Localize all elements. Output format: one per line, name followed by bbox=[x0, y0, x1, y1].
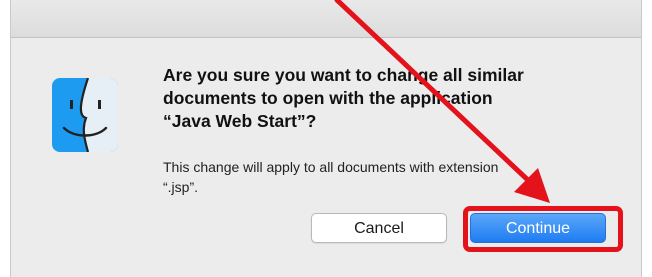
highlight-box bbox=[463, 206, 623, 252]
dialog-headline: Are you sure you want to change all simi… bbox=[163, 64, 603, 133]
finder-icon bbox=[52, 78, 118, 152]
message-line: “.jsp”. bbox=[163, 179, 198, 195]
screenshot-stage: Are you sure you want to change all simi… bbox=[0, 0, 652, 277]
dialog-message: This change will apply to all documents … bbox=[163, 157, 623, 197]
cancel-button[interactable]: Cancel bbox=[311, 213, 447, 243]
dialog-titlebar bbox=[11, 0, 641, 38]
headline-line: Are you sure you want to change all simi… bbox=[163, 65, 524, 85]
headline-line: “Java Web Start”? bbox=[163, 111, 317, 131]
headline-line: documents to open with the application bbox=[163, 88, 493, 108]
message-line: This change will apply to all documents … bbox=[163, 159, 499, 175]
